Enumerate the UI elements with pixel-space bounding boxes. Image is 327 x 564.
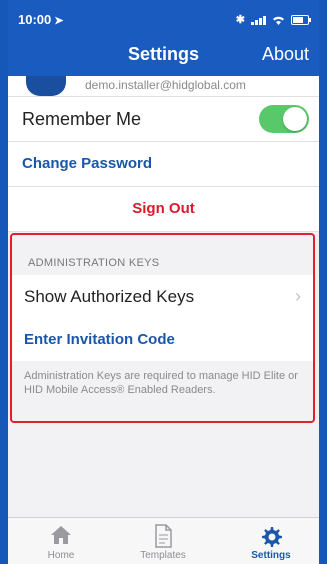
- wifi-icon: [273, 16, 284, 25]
- status-time-text: 10:00: [18, 12, 52, 27]
- section-footnote: Administration Keys are required to mana…: [24, 370, 298, 396]
- tab-settings-label: Settings: [251, 550, 291, 561]
- signal-icon: [251, 15, 266, 25]
- phone-screen: 10:00 ➤ ✱ Settings About demo.installer@h…: [0, 0, 327, 564]
- tab-templates-label: Templates: [140, 550, 186, 561]
- change-password-link[interactable]: Change Password: [22, 155, 152, 172]
- sign-out-button[interactable]: Sign Out: [0, 200, 327, 217]
- change-password-row[interactable]: Change Password: [0, 142, 327, 187]
- remember-me-toggle[interactable]: [259, 105, 309, 133]
- account-row: demo.installer@hidglobal.com: [0, 76, 327, 97]
- chevron-right-icon: ›: [295, 286, 301, 306]
- show-authorized-keys-label: Show Authorized Keys: [24, 287, 195, 306]
- tab-home[interactable]: Home: [16, 524, 106, 561]
- enter-invitation-code-row[interactable]: Enter Invitation Code: [12, 319, 313, 361]
- about-button[interactable]: About: [262, 44, 309, 65]
- sign-out-row[interactable]: Sign Out: [0, 187, 327, 232]
- gear-icon: [226, 524, 316, 548]
- tab-home-label: Home: [47, 550, 75, 561]
- show-authorized-keys-row[interactable]: Show Authorized Keys ›: [12, 275, 313, 320]
- remember-me-label: Remember Me: [22, 109, 142, 129]
- tab-templates[interactable]: Templates: [118, 524, 208, 561]
- screen-edge-left: [0, 0, 8, 564]
- status-bar: 10:00 ➤ ✱: [0, 0, 327, 38]
- toggle-knob: [283, 107, 307, 131]
- document-icon: [118, 524, 208, 548]
- section-header: ADMINISTRATION KEYS: [28, 257, 160, 269]
- tab-bar: Home Templates Settings: [0, 517, 327, 564]
- administration-keys-section: ADMINISTRATION KEYS Show Authorized Keys…: [10, 233, 315, 423]
- location-arrow-icon: ➤: [54, 15, 64, 27]
- enter-invitation-code-link[interactable]: Enter Invitation Code: [24, 331, 175, 348]
- status-time: 10:00 ➤: [18, 12, 63, 27]
- header: 10:00 ➤ ✱ Settings About: [0, 0, 327, 76]
- battery-icon: [291, 14, 311, 25]
- remember-me-row: Remember Me: [0, 97, 327, 142]
- status-icons: ✱: [235, 13, 311, 26]
- tab-settings[interactable]: Settings: [226, 524, 316, 561]
- settings-content: demo.installer@hidglobal.com Remember Me…: [0, 76, 327, 232]
- screen-edge-right: [319, 0, 327, 564]
- house-icon: [16, 524, 106, 548]
- bluetooth-icon: ✱: [235, 14, 245, 26]
- avatar: [26, 76, 66, 96]
- account-email: demo.installer@hidglobal.com: [85, 78, 246, 92]
